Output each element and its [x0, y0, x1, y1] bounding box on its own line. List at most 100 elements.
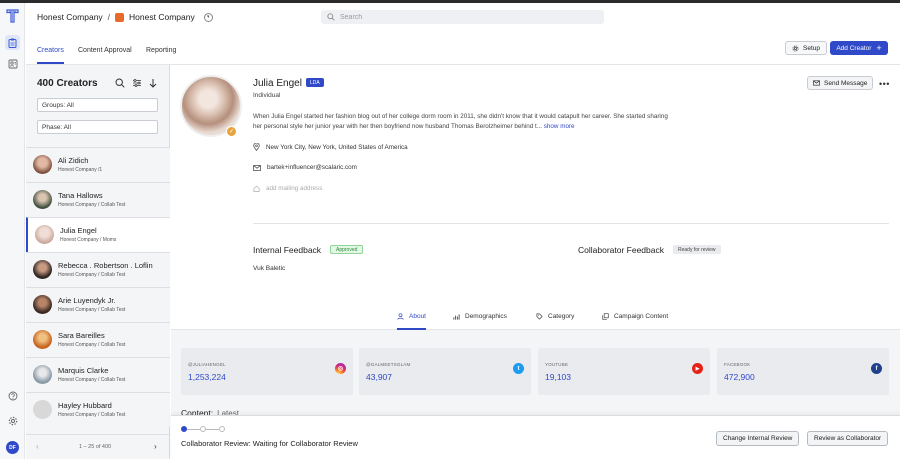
review-footer: Collaborator Review: Waiting for Collabo… [171, 415, 900, 459]
creator-list: Ali Zidich Honest Company /1 Tana Hallow… [26, 147, 170, 427]
verified-check-icon: ✓ [226, 126, 237, 137]
step-connector [206, 428, 219, 430]
stat-card-instagram: @JULIAHENGEL 1,253,224 ◎ [181, 348, 353, 395]
tab-content-approval[interactable]: Content Approval [78, 47, 132, 62]
internal-reviewer-name: Vuk Baletic [253, 265, 286, 272]
list-pager: ‹ 1 – 25 of 400 › [26, 434, 170, 459]
clipboard-nav-icon[interactable] [5, 35, 20, 50]
tab-reporting[interactable]: Reporting [146, 47, 176, 62]
profile-name: Julia Engel [253, 78, 302, 89]
creator-group: Honest Company / Collab Test [58, 307, 126, 313]
add-mailing-address-link[interactable]: add mailing address [266, 185, 322, 192]
instagram-icon[interactable]: ◎ [335, 363, 346, 374]
show-more-link[interactable]: show more [544, 123, 575, 130]
list-item[interactable]: Marquis Clarke Honest Company / Collab T… [26, 357, 170, 392]
bio-text: When Julia Engel started her fashion blo… [253, 113, 668, 130]
add-creator-label: Add Creator [836, 44, 872, 52]
stat-handle: FACEBOOK [724, 362, 751, 367]
stat-value: 472,900 [724, 372, 755, 382]
twitter-icon[interactable]: t [513, 363, 524, 374]
copy-icon [602, 313, 609, 320]
global-search[interactable] [321, 10, 604, 24]
gear-icon [792, 44, 799, 52]
creator-name: Marquis Clarke [58, 366, 109, 375]
add-creator-button[interactable]: Add Creator + [830, 41, 888, 55]
stat-card-facebook: FACEBOOK 472,900 f [717, 348, 889, 395]
change-internal-review-button[interactable]: Change Internal Review [716, 431, 800, 446]
list-item[interactable]: Arie Luyendyk Jr. Honest Company / Colla… [26, 287, 170, 322]
profile-location: New York City, New York, United States o… [253, 143, 408, 151]
settings-gear-icon[interactable] [5, 413, 20, 428]
tab-about-label: About [409, 313, 426, 320]
facebook-icon[interactable]: f [871, 363, 882, 374]
stat-value: 1,253,224 [188, 372, 226, 382]
internal-status-badge: Approved [330, 245, 364, 254]
setup-button[interactable]: Setup [785, 41, 827, 55]
creator-avatar [33, 365, 52, 384]
main-tabs: Creators Content Approval Reporting Setu… [26, 36, 900, 65]
send-message-label: Send Message [824, 79, 868, 87]
review-as-collaborator-button[interactable]: Review as Collaborator [807, 431, 889, 446]
creator-avatar [35, 225, 54, 244]
chevron-left-icon[interactable]: ‹ [36, 442, 39, 451]
app-logo-icon[interactable] [6, 9, 19, 23]
more-options-icon[interactable]: ••• [879, 79, 890, 89]
search-input[interactable] [340, 13, 580, 21]
user-avatar[interactable]: DF [6, 441, 19, 454]
breadcrumb: Honest Company / Honest Company ▾ [37, 12, 213, 22]
list-item[interactable]: Tana Hallows Honest Company / Collab Tes… [26, 182, 170, 217]
profile-tag-badge: LDA [306, 78, 324, 87]
filter-sliders-icon[interactable] [132, 78, 142, 88]
send-message-button[interactable]: Send Message [807, 76, 874, 90]
list-item[interactable]: Rebecca . Robertson . Loflin Honest Comp… [26, 252, 170, 287]
tab-creators[interactable]: Creators [37, 47, 64, 64]
tab-about[interactable]: About [397, 313, 426, 330]
brand-switcher-chevron-icon[interactable]: ▾ [203, 12, 213, 22]
creator-group: Honest Company / Collab Test [58, 202, 126, 208]
search-icon[interactable] [115, 78, 125, 88]
person-icon [397, 313, 404, 320]
creator-group: Honest Company / Collab Test [58, 412, 126, 418]
breadcrumb-brand[interactable]: Honest Company [129, 12, 195, 22]
tab-demographics-label: Demographics [465, 313, 507, 320]
profile-mailing-address[interactable]: add mailing address [253, 185, 322, 192]
youtube-icon[interactable]: ▶ [692, 363, 703, 374]
creator-name: Hayley Hubbard [58, 401, 112, 410]
nav-rail: DF [0, 3, 25, 459]
email-text[interactable]: bartek+influencer@scalaric.com [267, 164, 357, 171]
contacts-nav-icon[interactable] [5, 56, 20, 71]
creator-avatar [33, 190, 52, 209]
list-item[interactable]: Ali Zidich Honest Company /1 [26, 147, 170, 182]
tab-category[interactable]: Category [536, 313, 574, 328]
phase-filter-select[interactable]: Phase: All [37, 120, 158, 134]
tab-campaign-content[interactable]: Campaign Content [602, 313, 668, 328]
creator-profile: ✓ Julia Engel LDA Individual Send Messag… [171, 65, 900, 459]
breadcrumb-separator: / [107, 12, 111, 22]
tab-demographics[interactable]: Demographics [453, 313, 507, 328]
list-item[interactable]: Sara Bareilles Honest Company / Collab T… [26, 322, 170, 357]
creator-sidebar: 400 Creators Groups: All Phase: All Ali … [26, 65, 170, 459]
tab-campaign-content-label: Campaign Content [614, 313, 669, 320]
creator-avatar [33, 330, 52, 349]
creator-group: Honest Company / Collab Test [58, 342, 126, 348]
profile-type: Individual [253, 92, 281, 99]
list-item[interactable]: Hayley Hubbard Honest Company / Collab T… [26, 392, 170, 427]
pager-range: 1 – 25 of 400 [79, 444, 112, 450]
plus-icon: + [876, 42, 882, 53]
creator-avatar [33, 260, 52, 279]
house-icon [253, 185, 260, 192]
creator-avatar [33, 155, 52, 174]
groups-filter-select[interactable]: Groups: All [37, 98, 158, 112]
list-item-selected[interactable]: Julia Engel Honest Company / Moms [26, 217, 170, 252]
stat-handle: YOUTUBE [545, 362, 569, 367]
chevron-right-icon[interactable]: › [154, 442, 157, 451]
tab-category-label: Category [548, 313, 575, 320]
social-stats: @JULIAHENGEL 1,253,224 ◎ @GALMEETSGLAM 4… [171, 330, 900, 416]
section-divider [253, 223, 889, 224]
review-stepper [181, 426, 225, 432]
breadcrumb-org[interactable]: Honest Company [37, 12, 103, 22]
creator-avatar [33, 400, 52, 419]
step-dot [219, 426, 225, 432]
help-icon[interactable] [5, 388, 20, 403]
sort-down-icon[interactable] [148, 78, 158, 88]
